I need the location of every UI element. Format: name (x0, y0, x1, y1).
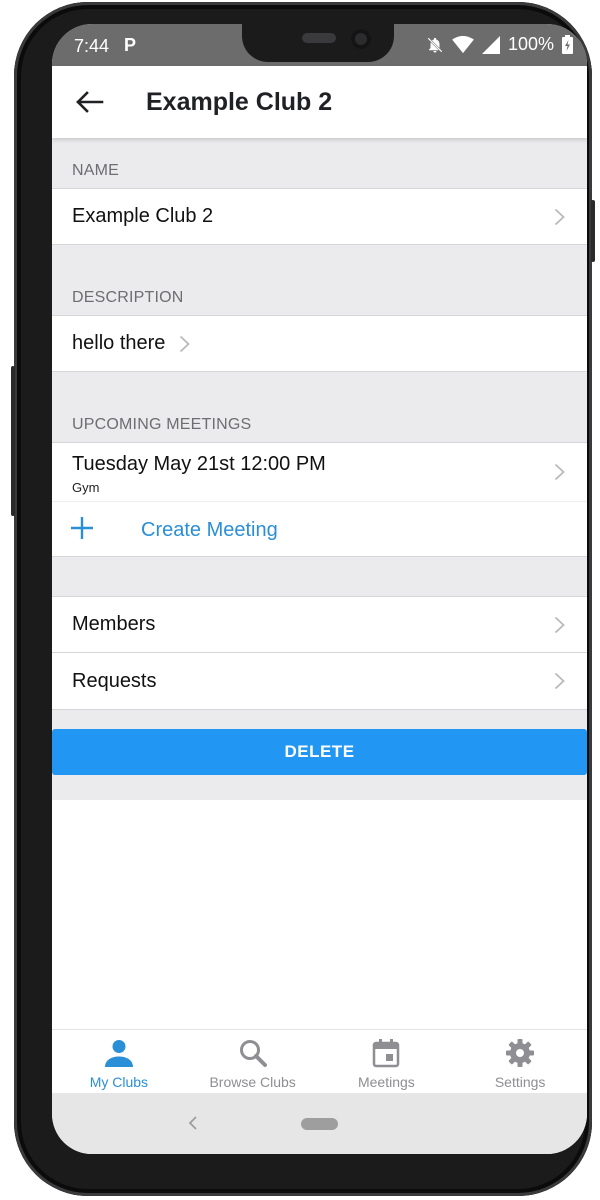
battery-charging-icon (562, 35, 573, 54)
gear-icon (506, 1039, 535, 1067)
page-title: Example Club 2 (146, 88, 333, 116)
tab-label: My Clubs (89, 1074, 149, 1090)
person-icon (104, 1040, 133, 1067)
back-arrow-icon[interactable] (74, 90, 104, 114)
camera-notch (242, 24, 394, 62)
spacer (52, 710, 587, 729)
tab-label: Meetings (357, 1074, 415, 1090)
signal-icon (481, 35, 500, 54)
meeting-title: Tuesday May 21st 12:00 PM (72, 453, 326, 475)
tab-label: Settings (494, 1074, 546, 1090)
app-bar: Example Club 2 (52, 66, 587, 138)
status-bar: 7:44 P 100% (52, 24, 587, 66)
battery-percent: 100% (507, 34, 554, 54)
power-button (591, 200, 595, 262)
create-meeting-label: Create Meeting (141, 519, 278, 541)
calendar-icon (373, 1039, 400, 1068)
wifi-icon (452, 35, 474, 53)
plus-icon (71, 517, 93, 539)
search-icon (239, 1040, 267, 1067)
description-row[interactable]: hello there (52, 315, 587, 372)
status-time: 7:44 (74, 36, 110, 56)
club-name-value: Example Club 2 (72, 205, 214, 227)
tab-settings[interactable]: Settings (453, 1030, 587, 1093)
tab-my-clubs[interactable]: My Clubs (52, 1030, 186, 1093)
chevron-right-icon (554, 463, 565, 481)
tab-meetings[interactable]: Meetings (320, 1030, 454, 1093)
system-back-icon[interactable] (188, 1115, 198, 1131)
club-detail-content: NAME Example Club 2 DESCRIPTION hello th… (52, 138, 587, 775)
tab-label: Browse Clubs (209, 1074, 296, 1090)
status-icons: 100% (426, 34, 573, 55)
bottom-tab-bar: My Clubs Browse Clubs Meetings Settings (52, 1029, 587, 1093)
create-meeting-button[interactable]: Create Meeting (52, 501, 587, 557)
volume-button (11, 366, 15, 516)
chevron-right-icon (554, 616, 565, 633)
chevron-right-icon (554, 672, 565, 690)
meeting-row[interactable]: Tuesday May 21st 12:00 PM Gym (52, 442, 587, 501)
screen: 7:44 P 100% Example Club 2 NAME Example … (52, 24, 587, 1154)
members-label: Members (72, 613, 156, 635)
empty-area (52, 800, 587, 1050)
name-section-header: NAME (52, 138, 587, 188)
tab-browse-clubs[interactable]: Browse Clubs (186, 1030, 320, 1093)
chevron-right-icon (180, 335, 191, 352)
members-row[interactable]: Members (52, 596, 587, 653)
delete-button[interactable]: DELETE (52, 729, 587, 775)
system-navigation-bar (52, 1093, 587, 1154)
requests-label: Requests (72, 669, 157, 692)
system-home-button[interactable] (301, 1118, 338, 1130)
meeting-location: Gym (72, 480, 100, 495)
name-row[interactable]: Example Club 2 (52, 188, 587, 245)
carrier-icon: P (124, 35, 137, 55)
notifications-off-icon (427, 36, 443, 53)
requests-row[interactable]: Requests (52, 653, 587, 710)
speaker-grille (302, 33, 336, 43)
spacer (52, 557, 587, 596)
description-section-header: DESCRIPTION (52, 245, 587, 315)
description-value: hello there (72, 332, 166, 354)
upcoming-meetings-section-header: UPCOMING MEETINGS (52, 372, 587, 442)
chevron-right-icon (554, 208, 565, 225)
front-camera (351, 29, 371, 49)
phone-frame: 7:44 P 100% Example Club 2 NAME Example … (11, 2, 595, 1196)
